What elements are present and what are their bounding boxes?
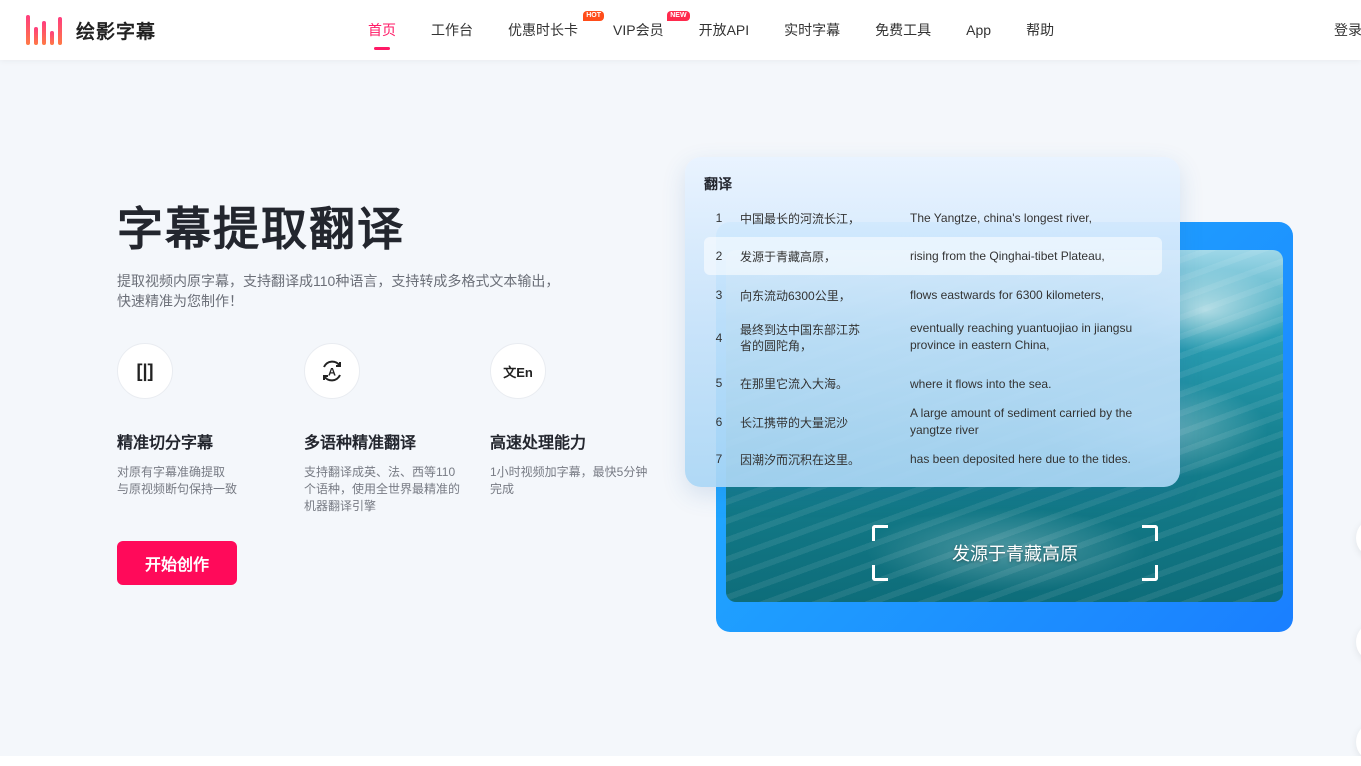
floating-action-button[interactable] <box>1356 518 1361 558</box>
hero-description: 提取视频内原字幕，支持翻译成110种语言，支持转成多格式文本输出， 快速精准为您… <box>117 273 560 309</box>
feature-desc: 1小时视频加字幕，最快5分钟 完成 <box>490 465 648 496</box>
translation-panel: 翻译 1 中国最长的河流长江， The Yangtze, china's lon… <box>685 157 1180 487</box>
nav-item-free-tools[interactable]: 免费工具 <box>875 0 931 60</box>
zh-en-icon: 文En <box>490 343 546 399</box>
nav-item-discount-card[interactable]: 优惠时长卡 HOT <box>508 0 604 60</box>
video-subtitle-text: 发源于青藏高原 <box>952 544 1078 564</box>
translation-row: 7 因潮汐而沉积在这里。 has been deposited here due… <box>715 452 1131 467</box>
translation-row-highlighted: 2 发源于青藏高原， rising from the Qinghai-tibet… <box>704 237 1162 275</box>
subtitle-overlay: 发源于青藏高原 <box>872 525 1158 581</box>
hot-badge: HOT <box>583 11 604 21</box>
top-header: 绘影字幕 首页 工作台 优惠时长卡 HOT VIP会员 NEW 开放API 实时字幕… <box>0 0 1361 60</box>
feature-desc: 支持翻译成英、法、西等110 个语种，使用全世界最精准的 机器翻译引擎 <box>304 465 461 513</box>
translation-row: 5 在那里它流入大海。 where it flows into the sea. <box>715 376 1052 391</box>
translation-row: 4 最终到达中国东部江苏省的圆陀角， eventually reaching y… <box>715 321 1133 353</box>
floating-action-button[interactable] <box>1356 622 1361 662</box>
translation-row: 1 中国最长的河流长江， The Yangtze, china's longes… <box>715 211 1092 226</box>
new-badge: NEW <box>667 11 690 21</box>
logo-bars-icon <box>26 15 62 45</box>
feature-fast-processing: 文En 高速处理能力 1小时视频加字幕，最快5分钟 完成 <box>490 343 660 498</box>
feature-title: 精准切分字幕 <box>117 435 214 452</box>
translation-panel-title: 翻译 <box>704 176 732 192</box>
main-nav: 首页 工作台 优惠时长卡 HOT VIP会员 NEW 开放API 实时字幕 免费工具… <box>368 0 1089 60</box>
translate-cycle-icon: A <box>304 343 360 399</box>
split-subtitle-icon: [|] <box>117 343 173 399</box>
nav-item-open-api[interactable]: 开放API <box>699 0 750 60</box>
nav-item-live-subtitle[interactable]: 实时字幕 <box>784 0 840 60</box>
feature-multi-language: A 多语种精准翻译 支持翻译成英、法、西等110 个语种，使用全世界最精准的 机器翻… <box>304 343 474 515</box>
translation-row: 6 长江携带的大量泥沙 A large amount of sediment c… <box>715 406 1133 437</box>
nav-item-vip[interactable]: VIP会员 NEW <box>613 0 690 60</box>
feature-title: 多语种精准翻译 <box>304 435 417 452</box>
hero-title: 字幕提取翻译 <box>117 203 405 255</box>
nav-item-app[interactable]: App <box>966 0 991 60</box>
nav-item-home[interactable]: 首页 <box>368 0 396 60</box>
translation-row: 3 向东流动6300公里， flows eastwards for 6300 k… <box>715 288 1105 303</box>
feature-split-subtitle: [|] 精准切分字幕 对原有字幕准确提取 与原视频断句保持一致 <box>117 343 287 498</box>
next-section-edge <box>0 756 1361 766</box>
translate-cycle-svg: A <box>323 360 341 382</box>
feature-title: 高速处理能力 <box>490 435 587 452</box>
start-create-button[interactable]: 开始创作 <box>117 541 237 585</box>
nav-item-workbench[interactable]: 工作台 <box>431 0 473 60</box>
brand-logo[interactable]: 绘影字幕 <box>26 14 156 46</box>
brand-name: 绘影字幕 <box>76 21 157 43</box>
login-link[interactable]: 登录 <box>1334 0 1361 60</box>
nav-item-help[interactable]: 帮助 <box>1026 0 1054 60</box>
svg-text:A: A <box>328 367 336 379</box>
feature-desc: 对原有字幕准确提取 与原视频断句保持一致 <box>117 465 238 496</box>
